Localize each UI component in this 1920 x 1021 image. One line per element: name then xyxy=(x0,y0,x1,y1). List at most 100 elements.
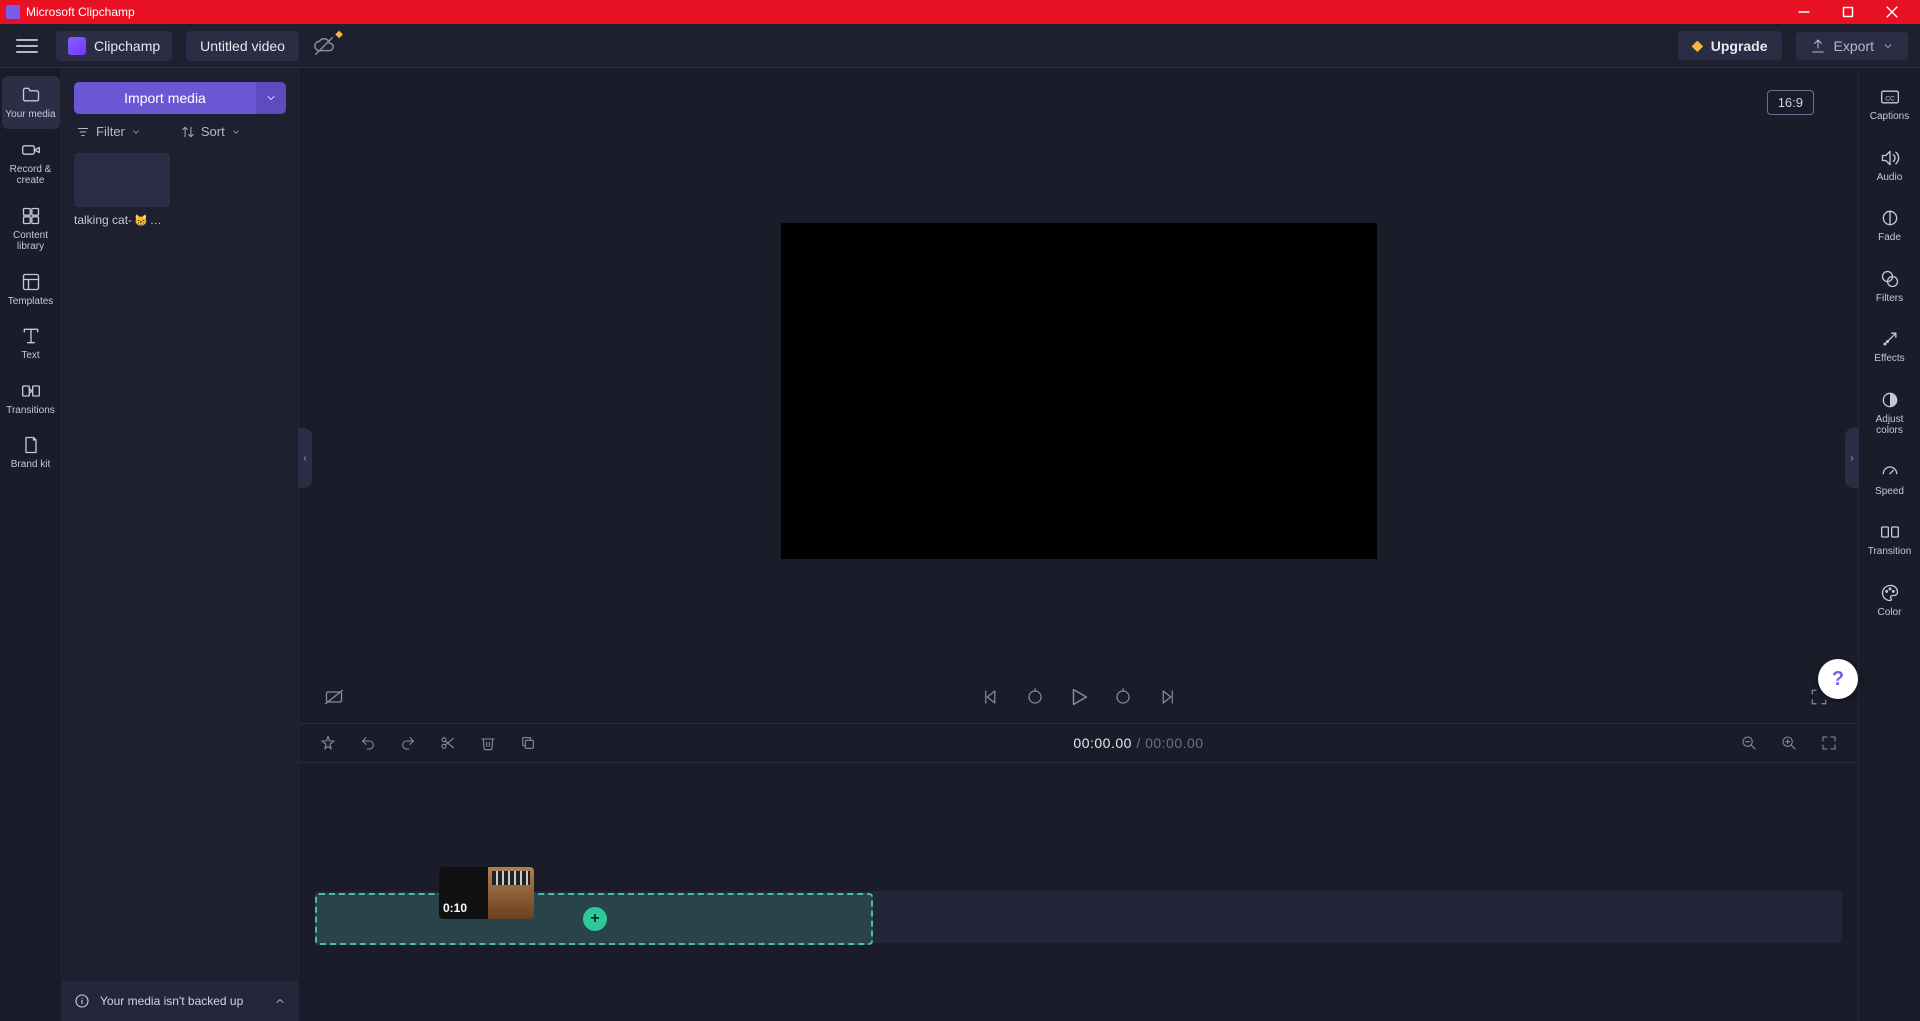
app-icon xyxy=(6,5,20,19)
sidebar-item-templates[interactable]: Templates xyxy=(2,263,60,316)
window-close-button[interactable] xyxy=(1870,0,1914,24)
media-panel: Import media Filter Sort talking cat-😸… xyxy=(62,68,299,1021)
clip-duration-label: 0:10 xyxy=(439,901,471,919)
export-button[interactable]: Export xyxy=(1796,32,1908,60)
brandkit-icon xyxy=(21,434,41,456)
sidebar-item-text[interactable]: Text xyxy=(2,317,60,370)
safe-zone-toggle-button[interactable] xyxy=(321,684,347,710)
rightnav-label: Transition xyxy=(1868,546,1912,558)
cloud-sync-off-icon[interactable]: ◆ xyxy=(313,35,335,57)
step-back-button[interactable] xyxy=(1022,684,1048,710)
brand-name: Clipchamp xyxy=(94,38,160,54)
dragging-clip[interactable]: 0:10 xyxy=(439,867,534,919)
window-minimize-button[interactable] xyxy=(1782,0,1826,24)
rightnav-item-filters[interactable]: Filters xyxy=(1862,258,1918,315)
redo-button[interactable] xyxy=(397,732,419,754)
upgrade-button[interactable]: ◆ Upgrade xyxy=(1678,31,1782,60)
sort-label: Sort xyxy=(201,124,225,139)
preview-controls xyxy=(299,677,1858,717)
filter-label: Filter xyxy=(96,124,125,139)
chevron-down-icon xyxy=(231,127,241,137)
sidebar-item-brand-kit[interactable]: Brand kit xyxy=(2,426,60,479)
rightnav-item-audio[interactable]: Audio xyxy=(1862,137,1918,194)
premium-badge-icon: ◆ xyxy=(335,29,343,40)
play-button[interactable] xyxy=(1066,684,1092,710)
captions-icon: CC xyxy=(1880,86,1900,108)
sort-button[interactable]: Sort xyxy=(181,124,241,139)
upload-icon xyxy=(1810,38,1826,54)
chevron-down-icon xyxy=(131,127,141,137)
zoom-in-button[interactable] xyxy=(1778,732,1800,754)
speed-icon xyxy=(1880,461,1900,483)
time-current: 00:00.00 xyxy=(1073,735,1132,751)
menu-button[interactable] xyxy=(12,31,42,61)
window-maximize-button[interactable] xyxy=(1826,0,1870,24)
sidebar-label: Templates xyxy=(8,296,54,308)
aspect-ratio-label: 16:9 xyxy=(1778,95,1803,110)
stage: ‹ › 16:9 00:00.00 xyxy=(299,68,1858,1021)
transition-icon xyxy=(1880,521,1900,543)
import-media-button[interactable]: Import media xyxy=(74,82,256,114)
rightnav-item-speed[interactable]: Speed xyxy=(1862,451,1918,508)
gem-icon: ◆ xyxy=(1692,37,1703,54)
brand-chip[interactable]: Clipchamp xyxy=(56,31,172,61)
timecode-display: 00:00.00 / 00:00.00 xyxy=(1073,735,1203,751)
zoom-out-button[interactable] xyxy=(1738,732,1760,754)
sidebar-item-record-create[interactable]: Record & create xyxy=(2,131,60,195)
media-item-thumbnail[interactable] xyxy=(74,153,170,207)
rightnav-item-color[interactable]: Color xyxy=(1862,572,1918,629)
sidebar-item-content-library[interactable]: Content library xyxy=(2,197,60,261)
backup-warning-bar[interactable]: Your media isn't backed up xyxy=(62,981,298,1021)
sidebar-item-transitions[interactable]: Transitions xyxy=(2,372,60,425)
duplicate-button[interactable] xyxy=(517,732,539,754)
seek-start-button[interactable] xyxy=(978,684,1004,710)
rightnav-item-transition[interactable]: Transition xyxy=(1862,511,1918,568)
text-icon xyxy=(21,325,41,347)
add-clip-button[interactable]: + xyxy=(583,907,607,931)
video-preview[interactable] xyxy=(781,223,1377,559)
export-label: Export xyxy=(1834,38,1874,54)
sidebar-label: Content library xyxy=(4,230,58,253)
time-total: 00:00.00 xyxy=(1145,735,1204,751)
backup-message: Your media isn't backed up xyxy=(100,994,243,1008)
aspect-ratio-button[interactable]: 16:9 xyxy=(1767,90,1814,115)
rightnav-item-adjust-colors[interactable]: Adjust colors xyxy=(1862,379,1918,447)
upgrade-label: Upgrade xyxy=(1711,38,1768,54)
effects-icon xyxy=(1880,328,1900,350)
sort-icon xyxy=(181,125,195,139)
auto-compose-button[interactable] xyxy=(317,732,339,754)
rightnav-label: Effects xyxy=(1874,353,1904,365)
seek-end-button[interactable] xyxy=(1154,684,1180,710)
zoom-fit-button[interactable] xyxy=(1818,732,1840,754)
chevron-down-icon xyxy=(265,92,277,104)
rightnav-item-effects[interactable]: Effects xyxy=(1862,318,1918,375)
split-button[interactable] xyxy=(437,732,459,754)
filter-icon xyxy=(76,125,90,139)
delete-button[interactable] xyxy=(477,732,499,754)
rightnav-item-fade[interactable]: Fade xyxy=(1862,197,1918,254)
undo-button[interactable] xyxy=(357,732,379,754)
filter-button[interactable]: Filter xyxy=(76,124,141,139)
svg-text:CC: CC xyxy=(1885,95,1895,102)
rightnav-item-captions[interactable]: CC Captions xyxy=(1862,76,1918,133)
step-forward-button[interactable] xyxy=(1110,684,1136,710)
rightnav-label: Filters xyxy=(1876,293,1903,305)
audio-icon xyxy=(1880,147,1900,169)
project-name-field[interactable]: Untitled video xyxy=(186,31,299,61)
templates-icon xyxy=(21,271,41,293)
adjust-colors-icon xyxy=(1880,389,1900,411)
rightnav-label: Speed xyxy=(1875,486,1904,498)
import-media-dropdown-button[interactable] xyxy=(256,82,286,114)
clipchamp-logo-icon xyxy=(68,37,86,55)
rightnav-label: Adjust colors xyxy=(1864,414,1916,437)
window-titlebar: Microsoft Clipchamp xyxy=(0,0,1920,24)
rightnav-label: Audio xyxy=(1877,172,1903,184)
help-button[interactable]: ? xyxy=(1818,659,1858,699)
plus-icon: + xyxy=(590,910,599,928)
rightnav-label: Fade xyxy=(1878,232,1901,244)
sidebar-item-your-media[interactable]: Your media xyxy=(2,76,60,129)
right-sidebar: CC Captions Audio Fade Filters Effects A… xyxy=(1858,68,1920,1021)
media-item-name: talking cat-😸… xyxy=(74,213,174,227)
timeline[interactable]: 0:10 + xyxy=(299,763,1858,1021)
sidebar-label: Text xyxy=(21,350,39,362)
